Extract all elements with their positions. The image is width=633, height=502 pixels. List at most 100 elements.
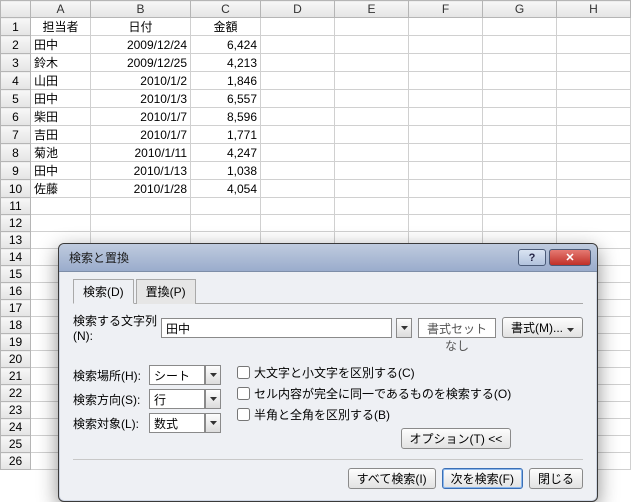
cell[interactable] <box>335 18 409 36</box>
cell[interactable] <box>335 36 409 54</box>
cell[interactable]: 田中 <box>31 162 91 180</box>
cell[interactable] <box>409 180 483 198</box>
cell[interactable] <box>557 108 631 126</box>
tab-replace[interactable]: 置換(P) <box>136 279 196 304</box>
cell[interactable]: 2009/12/25 <box>91 54 191 72</box>
row-header[interactable]: 3 <box>1 54 31 72</box>
cell[interactable] <box>483 108 557 126</box>
cell[interactable] <box>557 90 631 108</box>
row-header[interactable]: 18 <box>1 317 31 334</box>
cell[interactable] <box>409 198 483 215</box>
cell[interactable] <box>483 36 557 54</box>
cell[interactable] <box>483 18 557 36</box>
help-button[interactable]: ? <box>518 249 546 266</box>
row-header[interactable]: 9 <box>1 162 31 180</box>
cell[interactable] <box>335 126 409 144</box>
cell[interactable] <box>557 144 631 162</box>
col-header-A[interactable]: A <box>31 1 91 18</box>
cell[interactable] <box>483 162 557 180</box>
cell[interactable] <box>557 162 631 180</box>
cell[interactable] <box>483 126 557 144</box>
row-header[interactable]: 4 <box>1 72 31 90</box>
cell[interactable] <box>261 144 335 162</box>
cell[interactable] <box>261 180 335 198</box>
cell[interactable]: 2009/12/24 <box>91 36 191 54</box>
lookin-select[interactable]: 数式 <box>149 413 205 433</box>
cell[interactable] <box>409 144 483 162</box>
cell[interactable] <box>483 90 557 108</box>
direction-select[interactable]: 行 <box>149 389 205 409</box>
cell[interactable]: 鈴木 <box>31 54 91 72</box>
cell[interactable] <box>409 36 483 54</box>
col-header-C[interactable]: C <box>191 1 261 18</box>
cell[interactable] <box>483 180 557 198</box>
cell[interactable]: 2010/1/7 <box>91 126 191 144</box>
cell[interactable] <box>91 198 191 215</box>
cell[interactable]: 1,846 <box>191 72 261 90</box>
row-header[interactable]: 20 <box>1 351 31 368</box>
cell[interactable] <box>335 90 409 108</box>
row-header[interactable]: 16 <box>1 283 31 300</box>
cell[interactable] <box>335 144 409 162</box>
cell[interactable] <box>557 54 631 72</box>
cell[interactable]: 2010/1/2 <box>91 72 191 90</box>
row-header[interactable]: 15 <box>1 266 31 283</box>
cell[interactable] <box>191 198 261 215</box>
cell[interactable]: 日付 <box>91 18 191 36</box>
cell[interactable]: 2010/1/3 <box>91 90 191 108</box>
cell[interactable]: 吉田 <box>31 126 91 144</box>
cell[interactable] <box>557 126 631 144</box>
cell[interactable] <box>335 108 409 126</box>
row-header[interactable]: 8 <box>1 144 31 162</box>
format-button[interactable]: 書式(M)... <box>502 317 583 338</box>
cell[interactable] <box>261 198 335 215</box>
cell[interactable] <box>335 72 409 90</box>
find-all-button[interactable]: すべて検索(I) <box>348 468 436 489</box>
cell[interactable] <box>335 162 409 180</box>
cell[interactable] <box>91 215 191 232</box>
cell[interactable] <box>557 180 631 198</box>
col-header-H[interactable]: H <box>557 1 631 18</box>
cell[interactable] <box>483 72 557 90</box>
match-case-check[interactable]: 大文字と小文字を区別する(C) <box>233 363 511 382</box>
col-header-D[interactable]: D <box>261 1 335 18</box>
within-select[interactable]: シート <box>149 365 205 385</box>
col-header-E[interactable]: E <box>335 1 409 18</box>
row-header[interactable]: 24 <box>1 419 31 436</box>
corner-cell[interactable] <box>1 1 31 18</box>
cell[interactable]: 1,771 <box>191 126 261 144</box>
match-width-checkbox[interactable] <box>237 408 250 421</box>
row-header[interactable]: 2 <box>1 36 31 54</box>
cell[interactable]: 2010/1/28 <box>91 180 191 198</box>
cell[interactable] <box>261 72 335 90</box>
match-whole-checkbox[interactable] <box>237 387 250 400</box>
options-button[interactable]: オプション(T) << <box>401 428 512 449</box>
cell[interactable] <box>409 126 483 144</box>
cell[interactable] <box>409 18 483 36</box>
cell[interactable] <box>483 215 557 232</box>
row-header[interactable]: 10 <box>1 180 31 198</box>
cell[interactable]: 6,557 <box>191 90 261 108</box>
cell[interactable] <box>261 162 335 180</box>
cell[interactable] <box>261 18 335 36</box>
row-header[interactable]: 11 <box>1 198 31 215</box>
cell[interactable] <box>409 54 483 72</box>
row-header[interactable]: 22 <box>1 385 31 402</box>
cell[interactable] <box>335 180 409 198</box>
row-header[interactable]: 7 <box>1 126 31 144</box>
find-history-dropdown[interactable] <box>396 318 412 338</box>
within-dropdown[interactable] <box>205 365 221 385</box>
cell[interactable]: 2010/1/11 <box>91 144 191 162</box>
cell[interactable] <box>261 36 335 54</box>
match-width-check[interactable]: 半角と全角を区別する(B) <box>233 405 511 424</box>
row-header[interactable]: 26 <box>1 453 31 470</box>
cell[interactable]: 2010/1/7 <box>91 108 191 126</box>
cell[interactable] <box>409 215 483 232</box>
row-header[interactable]: 21 <box>1 368 31 385</box>
match-case-checkbox[interactable] <box>237 366 250 379</box>
cell[interactable] <box>409 72 483 90</box>
cell[interactable]: 柴田 <box>31 108 91 126</box>
cell[interactable]: 4,054 <box>191 180 261 198</box>
cell[interactable] <box>483 144 557 162</box>
cell[interactable] <box>335 215 409 232</box>
